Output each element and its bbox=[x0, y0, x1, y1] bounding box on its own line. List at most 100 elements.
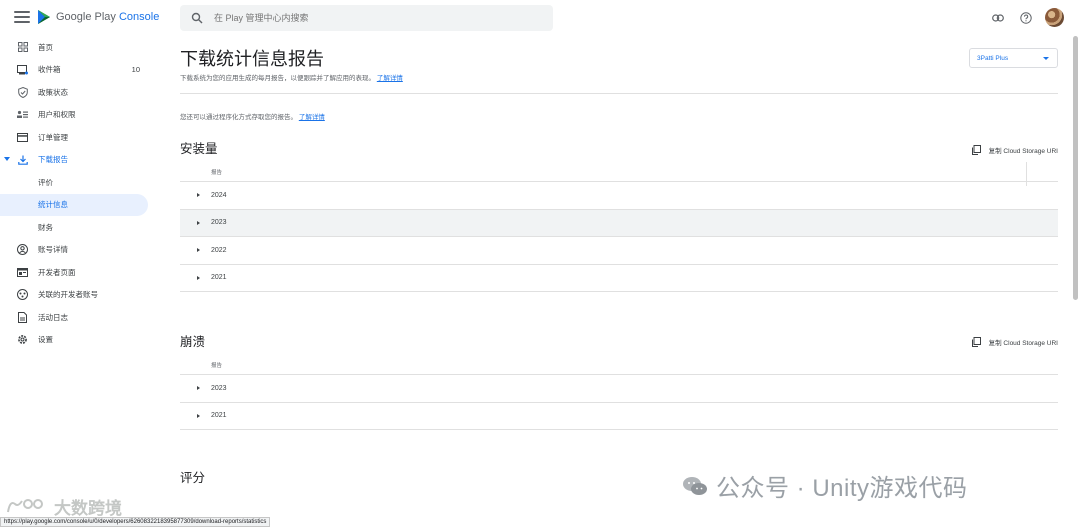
sidebar-item-label: 首页 bbox=[38, 42, 53, 52]
expand-arrow-icon[interactable] bbox=[197, 220, 200, 225]
expand-arrow-icon[interactable] bbox=[197, 248, 200, 253]
app-selector[interactable]: 3Patti Plus bbox=[969, 48, 1058, 68]
shield-check-icon bbox=[17, 86, 28, 98]
sidebar-item-statistics[interactable]: 统计信息 bbox=[0, 193, 148, 216]
brand-logo-icon bbox=[7, 498, 43, 512]
api-note: 您还可以通过程序化方式存取您的报告。 了解详情 bbox=[180, 111, 325, 121]
dashboard-icon bbox=[17, 42, 28, 53]
logo-text-console: Console bbox=[118, 11, 160, 23]
linked-accounts-icon bbox=[17, 289, 28, 301]
expand-arrow-icon[interactable] bbox=[197, 386, 200, 391]
avatar[interactable] bbox=[1045, 8, 1064, 27]
expand-caret-icon[interactable] bbox=[4, 156, 10, 161]
table-row[interactable]: 2024 bbox=[180, 182, 1058, 210]
sidebar-item-activity-log[interactable]: 活动日志 bbox=[0, 306, 160, 329]
sidebar-item-label: 收件箱 bbox=[38, 65, 61, 75]
sidebar-item-download-reports[interactable]: 下载报告 bbox=[0, 149, 160, 172]
copy-uri-button-crashes[interactable]: 复制 Cloud Storage URI bbox=[971, 337, 1058, 347]
sidebar-item-policy-status[interactable]: 政策状态 bbox=[0, 81, 160, 104]
expand-arrow-icon[interactable] bbox=[197, 193, 200, 198]
link-icon[interactable] bbox=[989, 9, 1007, 27]
page-description: 下载系统为您的应用生成的每月报告，以便跟踪并了解应用的表现。 了解详情 bbox=[180, 72, 403, 82]
row-year: 2023 bbox=[211, 384, 227, 392]
column-header-report: 报告 bbox=[211, 169, 223, 176]
search-bar[interactable] bbox=[180, 5, 553, 31]
download-icon bbox=[17, 154, 28, 165]
web-page-icon bbox=[17, 267, 28, 278]
sidebar-item-inbox[interactable]: 收件箱 10 bbox=[0, 59, 160, 82]
sidebar-item-label: 政策状态 bbox=[38, 87, 68, 97]
copy-icon bbox=[971, 337, 981, 347]
row-year: 2022 bbox=[211, 246, 227, 254]
sidebar-item-label: 下载报告 bbox=[38, 155, 68, 165]
sidebar-item-label: 用户和权限 bbox=[38, 110, 76, 120]
play-logo-icon bbox=[38, 10, 50, 24]
gear-icon bbox=[17, 334, 28, 345]
brand-watermark-text: 大数跨境 bbox=[54, 499, 122, 518]
sidebar-item-label: 账号详情 bbox=[38, 245, 68, 255]
api-learn-more-link[interactable]: 了解详情 bbox=[299, 114, 325, 121]
sidebar-item-label: 开发者页面 bbox=[38, 267, 76, 277]
scrollbar[interactable] bbox=[1073, 36, 1078, 300]
sidebar-item-linked-developer-accounts[interactable]: 关联的开发者账号 bbox=[0, 284, 160, 307]
app-selector-value: 3Patti Plus bbox=[977, 54, 1009, 62]
status-bar-url: https://play.google.com/console/u/0/deve… bbox=[0, 517, 271, 527]
sidebar-item-developer-page[interactable]: 开发者页面 bbox=[0, 261, 160, 284]
table-row[interactable]: 2022 bbox=[180, 237, 1058, 265]
sidebar-item-reviews[interactable]: 评价 bbox=[0, 171, 160, 194]
table-header: 报告 bbox=[180, 355, 1058, 375]
row-year: 2024 bbox=[211, 191, 227, 199]
row-year: 2021 bbox=[211, 412, 227, 420]
credit-card-icon bbox=[17, 132, 28, 143]
table-row[interactable]: 2023 bbox=[180, 375, 1058, 403]
sidebar-item-users-permissions[interactable]: 用户和权限 bbox=[0, 104, 160, 127]
sidebar-item-label: 评价 bbox=[38, 177, 53, 187]
search-input[interactable] bbox=[214, 13, 534, 23]
copy-uri-label: 复制 Cloud Storage URI bbox=[988, 148, 1058, 155]
wechat-watermark: 公众号 · Unity游戏代码 bbox=[682, 468, 968, 503]
table-row[interactable]: 2023 bbox=[180, 209, 1058, 237]
page-title: 下载统计信息报告 bbox=[180, 49, 324, 69]
row-year: 2021 bbox=[211, 274, 227, 282]
copy-uri-button-installs[interactable]: 复制 Cloud Storage URI bbox=[971, 145, 1058, 155]
table-row[interactable]: 2021 bbox=[180, 403, 1058, 430]
help-icon[interactable] bbox=[1017, 9, 1035, 27]
logo-text: Google Play bbox=[56, 11, 119, 23]
sidebar-item-label: 统计信息 bbox=[38, 200, 68, 210]
section-title-installs: 安装量 bbox=[180, 142, 218, 156]
people-icon bbox=[17, 109, 28, 120]
sidebar-item-label: 关联的开发者账号 bbox=[38, 290, 98, 300]
table-header: 报告 bbox=[180, 162, 1058, 186]
section-title-crashes: 崩溃 bbox=[180, 335, 206, 349]
copy-uri-label: 复制 Cloud Storage URI bbox=[988, 340, 1058, 347]
api-note-text: 您还可以通过程序化方式存取您的报告。 bbox=[180, 114, 297, 121]
expand-arrow-icon[interactable] bbox=[197, 413, 200, 418]
chevron-down-icon bbox=[1043, 57, 1049, 60]
search-icon bbox=[191, 12, 203, 24]
inbox-icon bbox=[17, 64, 28, 75]
sidebar-item-label: 活动日志 bbox=[38, 312, 68, 322]
column-header-report: 报告 bbox=[211, 362, 223, 369]
sidebar-item-label: 设置 bbox=[38, 335, 53, 345]
inbox-count-badge: 10 bbox=[131, 65, 140, 75]
row-year: 2023 bbox=[211, 219, 227, 227]
sidebar-item-settings[interactable]: 设置 bbox=[0, 329, 160, 352]
sidebar-item-finance[interactable]: 财务 bbox=[0, 216, 160, 239]
watermark-text: 公众号 · Unity游戏代码 bbox=[716, 475, 968, 502]
sidebar-item-account-details[interactable]: 账号详情 bbox=[0, 239, 160, 262]
divider bbox=[180, 93, 1058, 94]
sidebar-item-order-management[interactable]: 订单管理 bbox=[0, 126, 160, 149]
account-icon bbox=[17, 244, 28, 256]
sidebar-item-label: 订单管理 bbox=[38, 132, 68, 142]
log-icon bbox=[17, 311, 28, 323]
brand-watermark: 大数跨境 bbox=[6, 494, 122, 519]
expand-arrow-icon[interactable] bbox=[197, 275, 200, 280]
learn-more-link[interactable]: 了解详情 bbox=[377, 75, 403, 82]
section-title-ratings: 评分 bbox=[180, 471, 206, 485]
table-row[interactable]: 2021 bbox=[180, 265, 1058, 292]
google-play-console-logo[interactable]: Google Play Console bbox=[37, 9, 159, 25]
sidebar-item-home[interactable]: 首页 bbox=[0, 36, 160, 59]
installs-table: 报告 2024 2023 2022 2021 bbox=[180, 162, 1058, 292]
menu-icon[interactable] bbox=[14, 11, 30, 25]
sidebar-item-label: 财务 bbox=[38, 222, 53, 232]
